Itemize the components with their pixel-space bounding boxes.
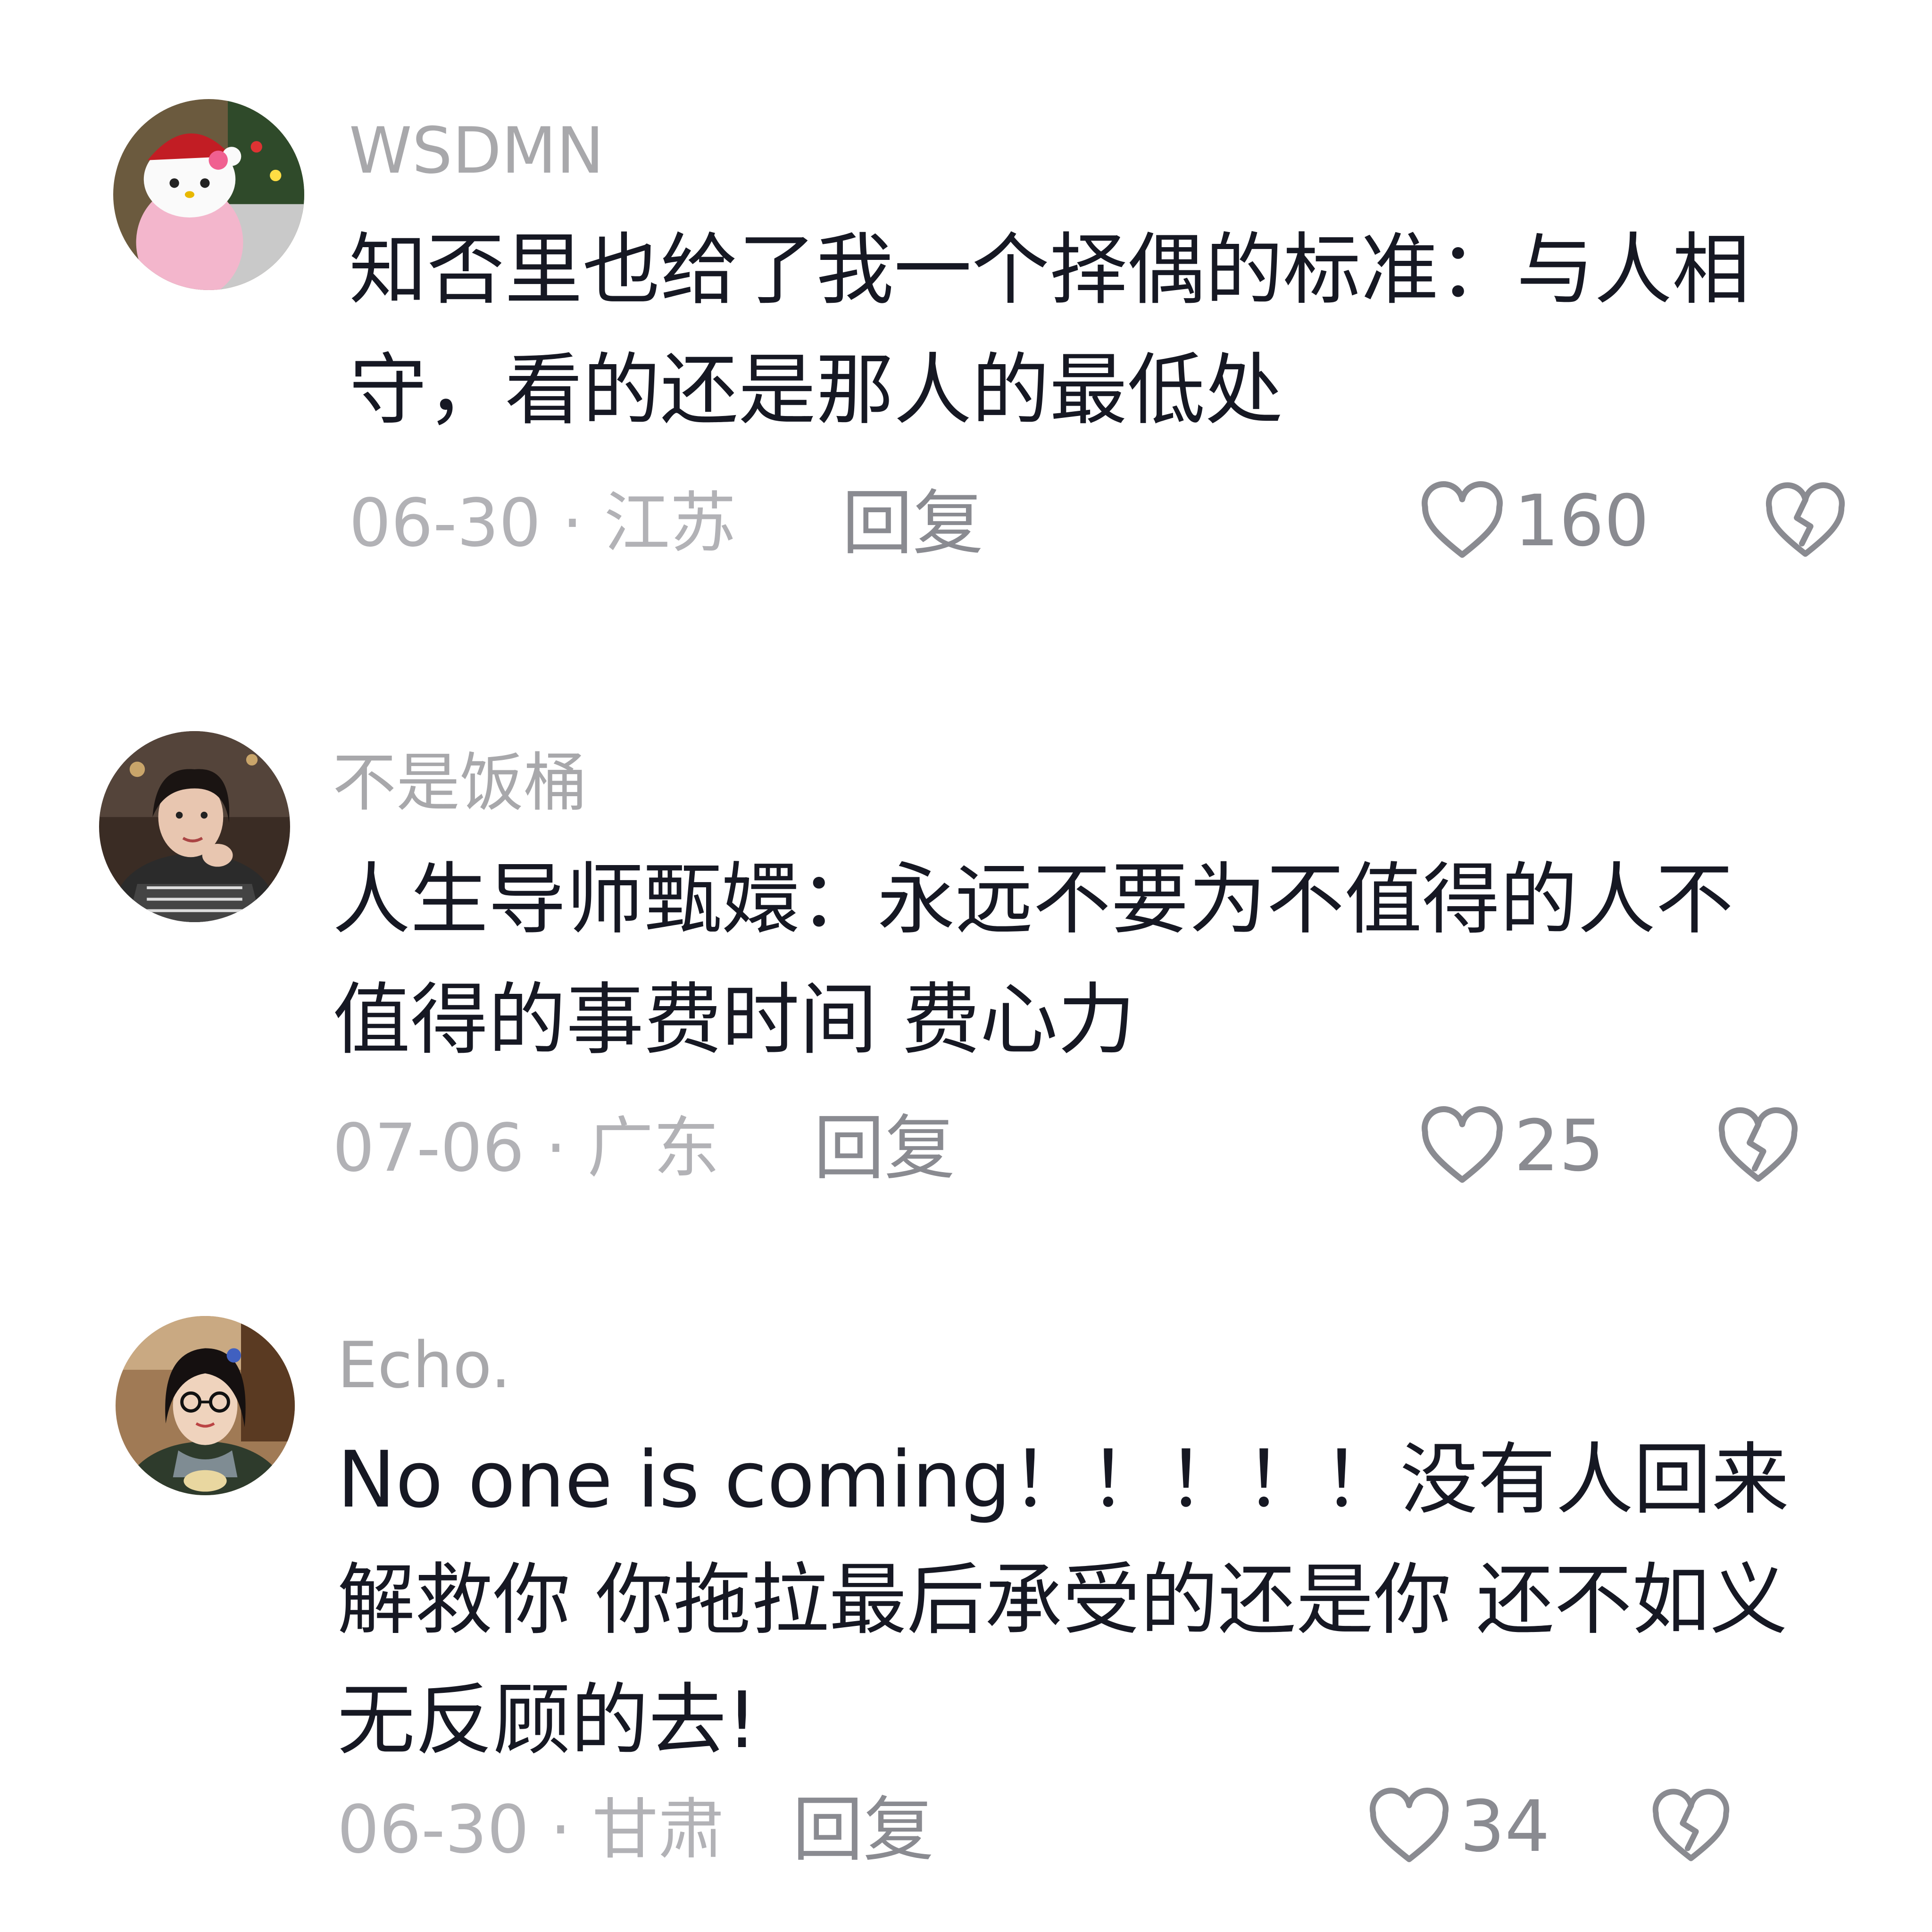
comment-username[interactable]: WSDMN xyxy=(349,113,604,189)
dislike-button[interactable] xyxy=(1717,1106,1799,1186)
hello-kitty-avatar xyxy=(113,99,304,290)
dislike-button[interactable] xyxy=(1764,481,1847,561)
reply-button[interactable]: 回复 xyxy=(792,1792,934,1868)
woman-portrait-avatar xyxy=(99,731,290,922)
avatar[interactable] xyxy=(116,1316,295,1495)
avatar[interactable] xyxy=(99,731,290,922)
comment-text: 知否里也给了我一个择偶的标准：与人相守，看的还是那人的最低处 xyxy=(349,225,1750,435)
like-button[interactable]: 34 xyxy=(1368,1788,1550,1865)
broken-heart-icon xyxy=(1652,1789,1730,1861)
heart-outline-icon xyxy=(1422,1106,1503,1183)
avatar[interactable] xyxy=(113,99,304,290)
reply-button[interactable]: 回复 xyxy=(842,486,983,561)
comment-list: WSDMN 知否里也给了我一个择偶的标准：与人相守，看的还是那人的最低处 06-… xyxy=(0,0,1932,1932)
broken-heart-icon xyxy=(1718,1107,1798,1182)
like-count: 25 xyxy=(1514,1105,1604,1187)
reply-button[interactable]: 回复 xyxy=(814,1111,955,1186)
comment-date-location: 07-06 · 广东 xyxy=(333,1110,720,1187)
like-button[interactable]: 25 xyxy=(1420,1106,1604,1186)
comment-username[interactable]: 不是饭桶 xyxy=(333,745,587,821)
heart-outline-icon xyxy=(1422,481,1503,558)
comment-text: No one is coming！！！！！没有人回来解救你 你拖拉最后承受的还是… xyxy=(337,1434,1790,1765)
heart-outline-icon xyxy=(1369,1788,1449,1862)
woman-glasses-avatar xyxy=(116,1316,295,1495)
comment-username[interactable]: Echo. xyxy=(337,1328,511,1403)
comment-date-location: 06-30 · 江苏 xyxy=(349,485,736,562)
comment-text: 人生导师甄嬛：永远不要为不值得的人不值得的事费时间 费心力 xyxy=(333,854,1733,1065)
broken-heart-icon xyxy=(1765,482,1845,557)
dislike-button[interactable] xyxy=(1651,1788,1731,1865)
like-button[interactable]: 160 xyxy=(1420,481,1649,561)
comment-date-location: 06-30 · 甘肃 xyxy=(337,1791,724,1868)
like-count: 34 xyxy=(1460,1785,1550,1868)
like-count: 160 xyxy=(1514,480,1649,562)
